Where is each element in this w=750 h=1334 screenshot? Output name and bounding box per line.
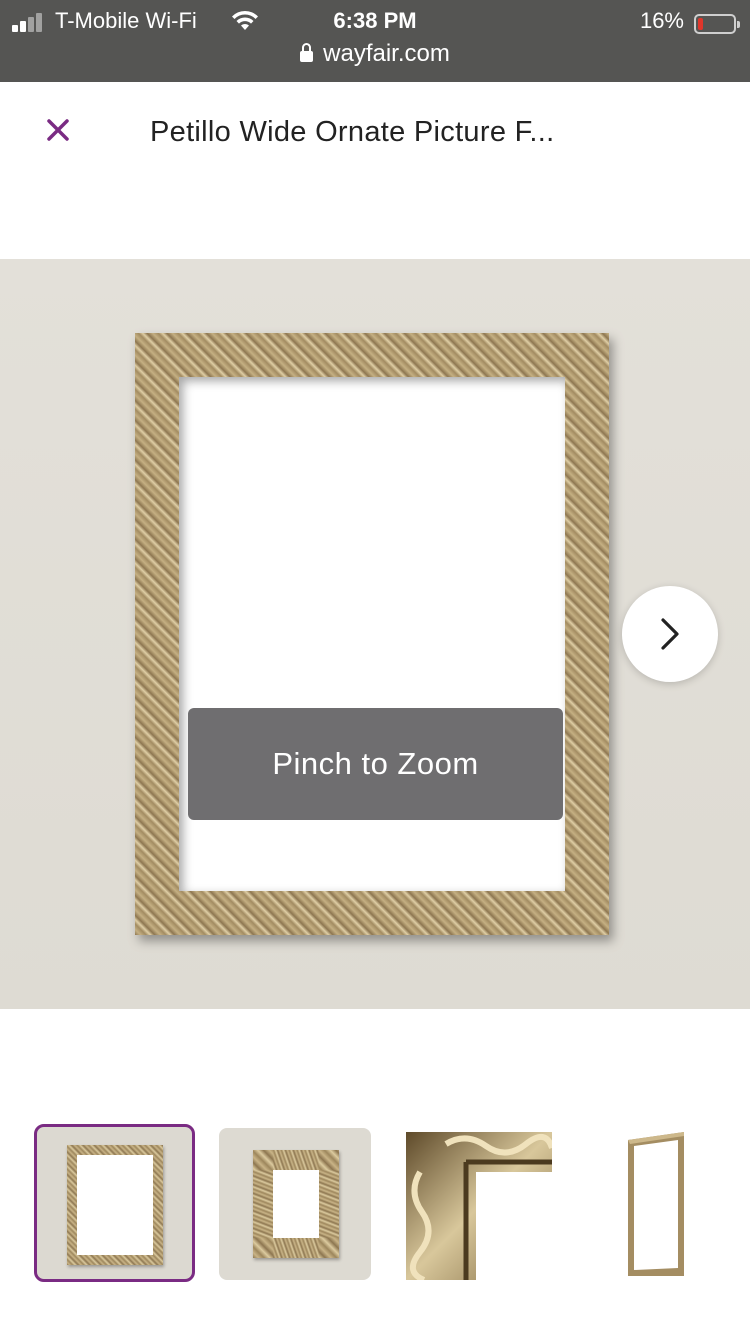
close-button[interactable] (40, 112, 76, 148)
thumbnail-4[interactable] (590, 1128, 720, 1280)
battery-percent: 16% (639, 8, 684, 33)
address-bar[interactable]: wayfair.com (0, 40, 750, 68)
pinch-to-zoom-hint: Pinch to Zoom (188, 708, 563, 820)
battery-icon (694, 14, 740, 34)
clock: 6:38 PM (333, 8, 417, 33)
thumbnail-3[interactable] (406, 1132, 552, 1280)
thumbnail-2[interactable] (219, 1128, 371, 1280)
product-image-viewer[interactable]: Pinch to Zoom (0, 259, 750, 1009)
lock-icon (300, 43, 314, 62)
battery-level (698, 18, 703, 30)
modal-header: Petillo Wide Ornate Picture F... (0, 82, 750, 186)
product-title: Petillo Wide Ornate Picture F... (150, 116, 555, 148)
chevron-right-icon (661, 618, 679, 650)
thumbnail-strip (0, 1124, 750, 1284)
thumbnail-1[interactable] (34, 1124, 195, 1282)
url-text: wayfair.com (323, 40, 450, 67)
close-icon (47, 119, 69, 141)
next-image-button[interactable] (622, 586, 718, 682)
status-bar: T-Mobile Wi-Fi 6:38 PM 16% wayfair.com (0, 0, 750, 82)
product-image (135, 333, 609, 935)
